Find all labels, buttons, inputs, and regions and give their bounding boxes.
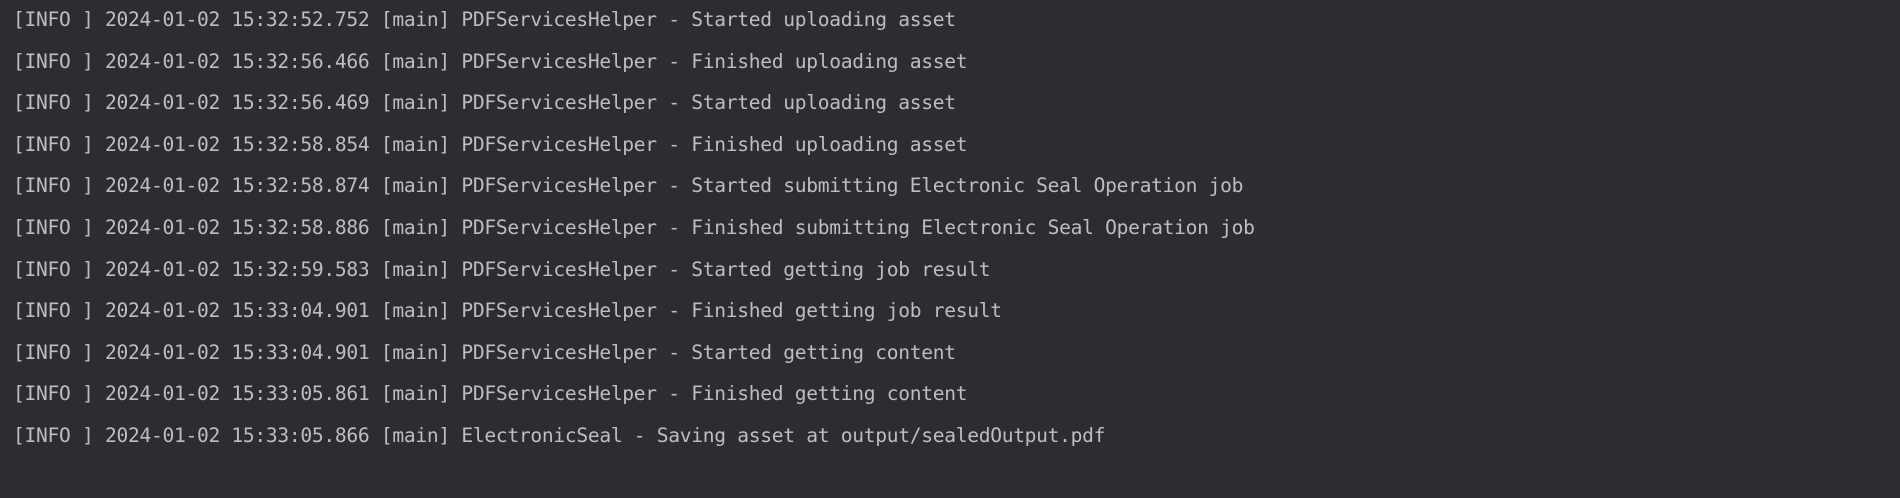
log-line: [INFO ] 2024-01-02 15:32:58.854 [main] P… bbox=[13, 132, 968, 156]
log-line: [INFO ] 2024-01-02 15:33:05.866 [main] E… bbox=[13, 423, 1106, 447]
console-output: [INFO ] 2024-01-02 15:32:52.752 [main] P… bbox=[0, 0, 1900, 458]
log-line: [INFO ] 2024-01-02 15:33:04.901 [main] P… bbox=[13, 340, 956, 364]
log-line: [INFO ] 2024-01-02 15:32:56.469 [main] P… bbox=[13, 91, 956, 115]
log-line: [INFO ] 2024-01-02 15:32:52.752 [main] P… bbox=[13, 8, 956, 31]
log-line: [INFO ] 2024-01-02 15:32:59.583 [main] P… bbox=[13, 257, 991, 281]
log-line: [INFO ] 2024-01-02 15:32:58.874 [main] P… bbox=[13, 174, 1244, 198]
log-line: [INFO ] 2024-01-02 15:32:56.466 [main] P… bbox=[13, 49, 968, 73]
log-line: [INFO ] 2024-01-02 15:33:04.901 [main] P… bbox=[13, 299, 1002, 323]
log-line: [INFO ] 2024-01-02 15:32:58.886 [main] P… bbox=[13, 215, 1255, 239]
log-line: [INFO ] 2024-01-02 15:33:05.861 [main] P… bbox=[13, 382, 968, 406]
